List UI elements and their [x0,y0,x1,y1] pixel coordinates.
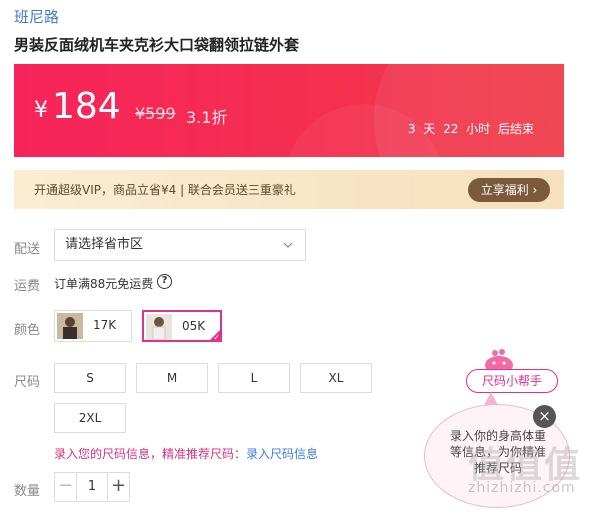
quantity-stepper: − 1 + [54,472,130,502]
color-option-label: 17K [93,318,117,332]
color-option-17k[interactable]: 17K [54,310,132,342]
color-label: 颜色 [14,323,41,338]
watermark-url: zhizhizhi.com [468,480,576,496]
region-select[interactable]: 请选择省市区 [54,229,306,261]
quantity-label: 数量 [14,484,41,499]
size-helper-button[interactable]: 尺码小帮手 [466,369,558,393]
size-option-m[interactable]: M [136,363,208,393]
brand-link[interactable]: 班尼路 [14,6,59,27]
close-icon[interactable]: × [533,405,556,428]
sale-countdown: 3 天 22 小时 后结束 [407,122,534,136]
color-thumbnail [146,314,172,340]
size-option-xl[interactable]: XL [300,363,372,393]
size-label: 尺码 [14,375,41,390]
size-option-s[interactable]: S [54,363,126,393]
vip-promo-text: 开通超级VIP，商品立省¥4 | 联合会员送三重豪礼 [34,183,296,197]
color-thumbnail [57,313,83,339]
price-banner: ¥ 184 ¥599 3.1折 3 天 22 小时 后结束 [14,64,564,157]
product-title: 男装反面绒机车夹克衫大口袋翻领拉链外套 [14,36,300,54]
size-tip-text: 录入您的尺码信息，精准推荐尺码： [54,447,247,461]
quantity-value[interactable]: 1 [77,473,107,501]
size-tip: 录入您的尺码信息，精准推荐尺码：录入尺码信息 [54,445,318,462]
color-option-05k[interactable]: 05K ✓ [142,310,222,342]
chevron-down-icon [283,230,293,271]
delivery-label: 配送 [14,242,41,257]
freight-text: 订单满88元免运费 [54,277,154,291]
current-price: 184 [52,86,121,127]
size-entry-link[interactable]: 录入尺码信息 [246,447,318,461]
original-price: ¥599 [135,104,176,123]
size-option-2xl[interactable]: 2XL [54,403,126,433]
price-currency: ¥ [34,98,48,123]
check-icon: ✓ [213,333,220,342]
color-option-label: 05K [182,319,206,333]
freight-label: 运费 [14,279,41,294]
site-watermark: 值值值 zhizhizhi.com [464,436,614,514]
region-select-placeholder: 请选择省市区 [65,237,144,252]
discount-label: 3.1折 [186,108,228,127]
size-option-l[interactable]: L [218,363,290,393]
vip-benefit-button[interactable]: 立享福利 › [468,178,550,202]
help-icon[interactable]: ? [157,274,172,289]
quantity-minus-button[interactable]: − [55,473,77,501]
vip-bar: 开通超级VIP，商品立省¥4 | 联合会员送三重豪礼 立享福利 › [14,170,564,209]
quantity-plus-button[interactable]: + [107,473,129,501]
